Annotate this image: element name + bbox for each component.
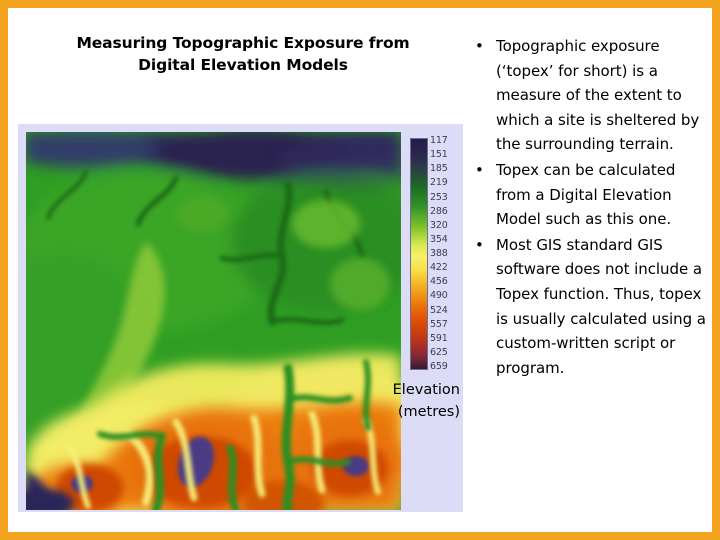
dem-figure-panel: 117 151 185 219 253 286 320 354 388 422 … bbox=[18, 124, 463, 512]
tick-label: 524 bbox=[430, 304, 448, 316]
elevation-legend: 117 151 185 219 253 286 320 354 388 422 … bbox=[410, 136, 460, 372]
list-item-text: Topex can be calculated from a Digital E… bbox=[496, 160, 676, 229]
slide-frame: Measuring Topographic Exposure from Digi… bbox=[0, 0, 720, 540]
tick-label: 286 bbox=[430, 205, 448, 217]
tick-label: 625 bbox=[430, 346, 448, 358]
tick-label: 354 bbox=[430, 233, 448, 245]
list-item-text: Most GIS standard GIS software does not … bbox=[496, 235, 706, 377]
tick-label: 219 bbox=[430, 177, 448, 189]
bullet-point-icon: • bbox=[475, 160, 484, 179]
tick-label: 490 bbox=[430, 290, 448, 302]
list-item: • Topographic exposure (‘topex’ for shor… bbox=[468, 34, 714, 157]
bullet-point-icon: • bbox=[475, 37, 484, 55]
tick-label: 591 bbox=[430, 332, 448, 344]
list-item-text: Topographic exposure (‘topex’ for short)… bbox=[496, 37, 700, 154]
tick-label: 185 bbox=[430, 163, 448, 175]
dem-raster-graphic bbox=[26, 132, 401, 510]
page-title: Measuring Topographic Exposure from Digi… bbox=[38, 32, 448, 76]
digital-elevation-model-image bbox=[26, 132, 401, 510]
tick-label: 422 bbox=[430, 262, 448, 274]
tick-label: 388 bbox=[430, 248, 448, 259]
legend-caption-line-1: Elevation bbox=[392, 382, 460, 398]
tick-label: 117 bbox=[430, 135, 448, 146]
tick-label: 557 bbox=[430, 318, 448, 330]
bullet-list: • Topographic exposure (‘topex’ for shor… bbox=[468, 34, 714, 381]
elevation-colorbar bbox=[410, 138, 428, 370]
tick-label: 320 bbox=[430, 219, 448, 231]
tick-label: 151 bbox=[430, 149, 448, 161]
list-item: • Topex can be calculated from a Digital… bbox=[468, 158, 714, 232]
bullet-point-icon: • bbox=[475, 235, 484, 254]
page-title-line-1: Measuring Topographic Exposure from bbox=[76, 34, 410, 52]
legend-caption: Elevation (metres) bbox=[380, 380, 460, 424]
legend-caption-line-2: (metres) bbox=[397, 403, 460, 420]
list-item: • Most GIS standard GIS software does no… bbox=[468, 233, 714, 381]
tick-label: 659 bbox=[430, 361, 448, 372]
page-title-line-2: Digital Elevation Models bbox=[138, 56, 348, 74]
elevation-tick-labels: 117 151 185 219 253 286 320 354 388 422 … bbox=[430, 136, 460, 372]
tick-label: 456 bbox=[430, 276, 448, 288]
tick-label: 253 bbox=[430, 191, 448, 203]
